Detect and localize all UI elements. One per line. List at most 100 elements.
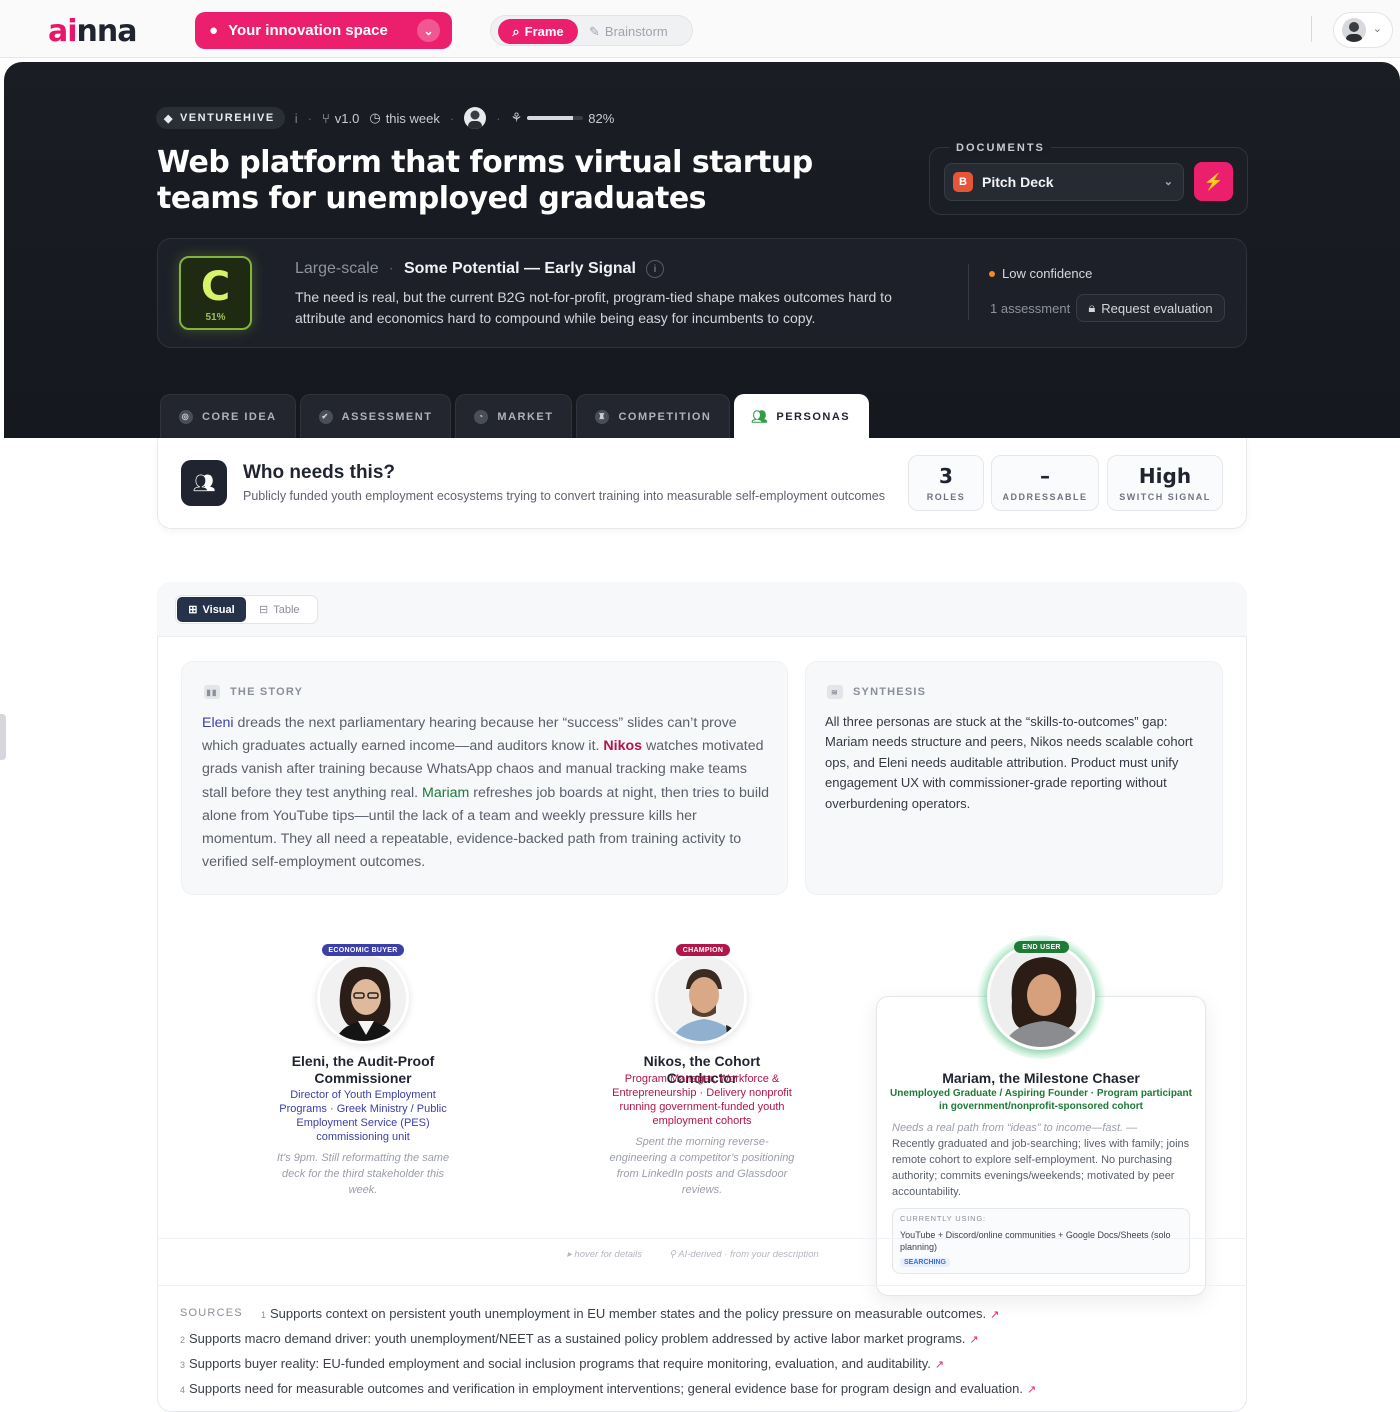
project-meta-row: ◆ VENTUREHIVE i · ⑂ v1.0 ◷ this week · · ⚘ …: [156, 107, 614, 129]
frame-mode-button[interactable]: ⌕ Frame: [498, 19, 578, 44]
confidence-indicator: Low confidence: [989, 266, 1092, 281]
external-link-icon[interactable]: ↗: [935, 1359, 944, 1371]
lightbulb-icon: ●: [209, 22, 219, 39]
grade-percent: 51%: [205, 312, 226, 323]
persona-avatar[interactable]: [655, 952, 747, 1044]
persona-quote: Spent the morning reverse-engineering a …: [609, 1136, 795, 1196]
brainstorm-mode-button[interactable]: ✎ Brainstorm: [589, 19, 668, 44]
version-label[interactable]: ⑂ v1.0: [322, 111, 359, 126]
generate-document-button[interactable]: ⚡: [1194, 162, 1233, 201]
chevron-down-icon: ⌄: [1163, 176, 1173, 188]
persona-role-badge: END USER: [1014, 941, 1069, 953]
persona-role: Program Manager, Workforce & Entrepreneu…: [612, 1073, 792, 1127]
space-selector-label: Your innovation space: [228, 22, 388, 39]
story-text: Eleni dreads the next parliamentary hear…: [202, 715, 770, 871]
document-select-value: Pitch Deck: [982, 174, 1054, 190]
status-dot-icon: [989, 270, 995, 277]
source-item[interactable]: 3 Supports buyer reality: EU-funded emplo…: [180, 1356, 944, 1371]
gavel-icon: ✔: [318, 409, 333, 424]
info-icon[interactable]: i: [646, 260, 664, 278]
score-heading: Large-scale · Some Potential — Early Sig…: [295, 260, 664, 278]
assessment-count: 1 assessment: [990, 301, 1071, 316]
source-item[interactable]: 4 Supports need for measurable outcomes a…: [180, 1381, 1036, 1396]
persona-details: Recently graduated and job-searching; li…: [892, 1138, 1190, 1198]
separator: ·: [307, 110, 312, 126]
updated-label: ◷ this week: [369, 110, 440, 126]
sidebar-resize-handle[interactable]: [0, 714, 6, 760]
users-icon: 👥︎: [181, 460, 227, 506]
tab-personas[interactable]: 👥︎ PERSONAS: [734, 394, 870, 438]
stat-addressable: – ADDRESSABLE: [991, 455, 1099, 511]
app-logo[interactable]: ainna: [48, 14, 137, 49]
tab-core-idea[interactable]: ◎ CORE IDEA: [160, 394, 296, 438]
progress-fill: [527, 116, 574, 120]
external-link-icon[interactable]: ↗: [970, 1334, 979, 1346]
user-menu-button[interactable]: ⌄: [1333, 12, 1393, 48]
venture-badge[interactable]: ◆ VENTUREHIVE: [156, 107, 285, 129]
request-evaluation-button[interactable]: 🔒︎ Request evaluation: [1076, 294, 1225, 322]
trophy-icon: ♜: [595, 409, 610, 424]
persona-avatar[interactable]: [987, 942, 1095, 1050]
separator: ·: [449, 110, 455, 126]
persona-role: Director of Youth Employment Programs · …: [279, 1089, 447, 1143]
currently-using-label: CURRENTLY USING:: [900, 1214, 986, 1223]
info-icon[interactable]: i: [295, 111, 298, 126]
tag-icon: ◆: [164, 112, 174, 125]
source-item[interactable]: 2 Supports macro demand driver: youth une…: [180, 1331, 979, 1346]
clock-icon: ◷: [369, 110, 381, 125]
tab-market[interactable]: ◔ MARKET: [455, 394, 573, 438]
progress-label: 82%: [588, 110, 615, 126]
file-icon: B: [953, 172, 973, 192]
persona-quote: Needs a real path from “ideas” to income…: [892, 1122, 1138, 1134]
persona-role: Unemployed Graduate / Aspiring Founder ·…: [890, 1088, 1192, 1112]
grade-badge: C 51%: [179, 256, 252, 330]
layers-icon: ≋: [827, 685, 843, 699]
who-title: Who needs this?: [243, 462, 395, 483]
top-navigation-bar: ainna ● Your innovation space ⌄ ⌕ Frame ✎…: [0, 0, 1400, 58]
persona-avatar[interactable]: [317, 952, 409, 1044]
user-icon: ⚲: [669, 1249, 679, 1260]
documents-label: DOCUMENTS: [950, 142, 1051, 154]
chevron-down-icon: ⌄: [417, 19, 440, 42]
stat-switch-signal: High SWITCH SIGNAL: [1107, 455, 1223, 511]
hint-row: [157, 1238, 1247, 1286]
who-subtitle: Publicly funded youth employment ecosyst…: [243, 489, 885, 503]
page-title: Web platform that forms virtual startup …: [157, 145, 813, 216]
persona-role-badge: CHAMPION: [676, 944, 730, 956]
magic-wand-icon: ✎: [589, 23, 600, 39]
panel-header: [157, 582, 1247, 637]
tab-assessment[interactable]: ✔ ASSESSMENT: [299, 394, 452, 438]
stat-roles: 3 ROLES: [908, 455, 984, 511]
lightning-icon: ⚡: [1203, 173, 1224, 191]
owner-avatar[interactable]: [464, 107, 487, 129]
persona-name: Eleni, the Audit-Proof Commissioner: [291, 1053, 435, 1086]
document-select[interactable]: B Pitch Deck ⌄: [944, 163, 1184, 201]
progress-indicator: ⚘ 82%: [511, 110, 615, 126]
synthesis-label: ≋ SYNTHESIS: [827, 685, 926, 699]
sprout-icon: ⚘: [510, 110, 523, 125]
search-icon: ⌕: [512, 23, 520, 39]
book-icon: ▮▮: [204, 685, 220, 699]
lock-icon: 🔒︎: [1088, 300, 1096, 315]
sources-label: SOURCES: [180, 1307, 243, 1319]
hover-hint: ▸ hover for details: [567, 1249, 643, 1260]
chevron-down-icon: ⌄: [1372, 23, 1382, 35]
tab-competition[interactable]: ♜ COMPETITION: [576, 394, 731, 438]
source-item[interactable]: 1 Supports context on persistent youth un…: [261, 1306, 999, 1321]
view-toggle: ⊞ Visual ⊟ Table: [175, 595, 318, 624]
separator: ·: [496, 110, 501, 126]
branch-icon: ⑂: [321, 110, 330, 126]
story-label: ▮▮ THE STORY: [204, 685, 303, 699]
table-view-button[interactable]: ⊟ Table: [259, 597, 300, 622]
pie-chart-icon: ◔: [474, 409, 489, 424]
separator: ·: [388, 260, 394, 277]
progress-track: [527, 116, 584, 120]
visual-view-button[interactable]: ⊞ Visual: [177, 597, 246, 622]
potential-label: Some Potential — Early Signal: [403, 260, 636, 277]
external-link-icon[interactable]: ↗: [1027, 1384, 1036, 1396]
innovation-space-selector[interactable]: ● Your innovation space ⌄: [195, 12, 452, 49]
avatar: [1342, 18, 1366, 42]
external-link-icon[interactable]: ↗: [990, 1309, 999, 1321]
grid-icon: ⊞: [188, 604, 198, 616]
users-icon: 👥︎: [751, 408, 770, 424]
